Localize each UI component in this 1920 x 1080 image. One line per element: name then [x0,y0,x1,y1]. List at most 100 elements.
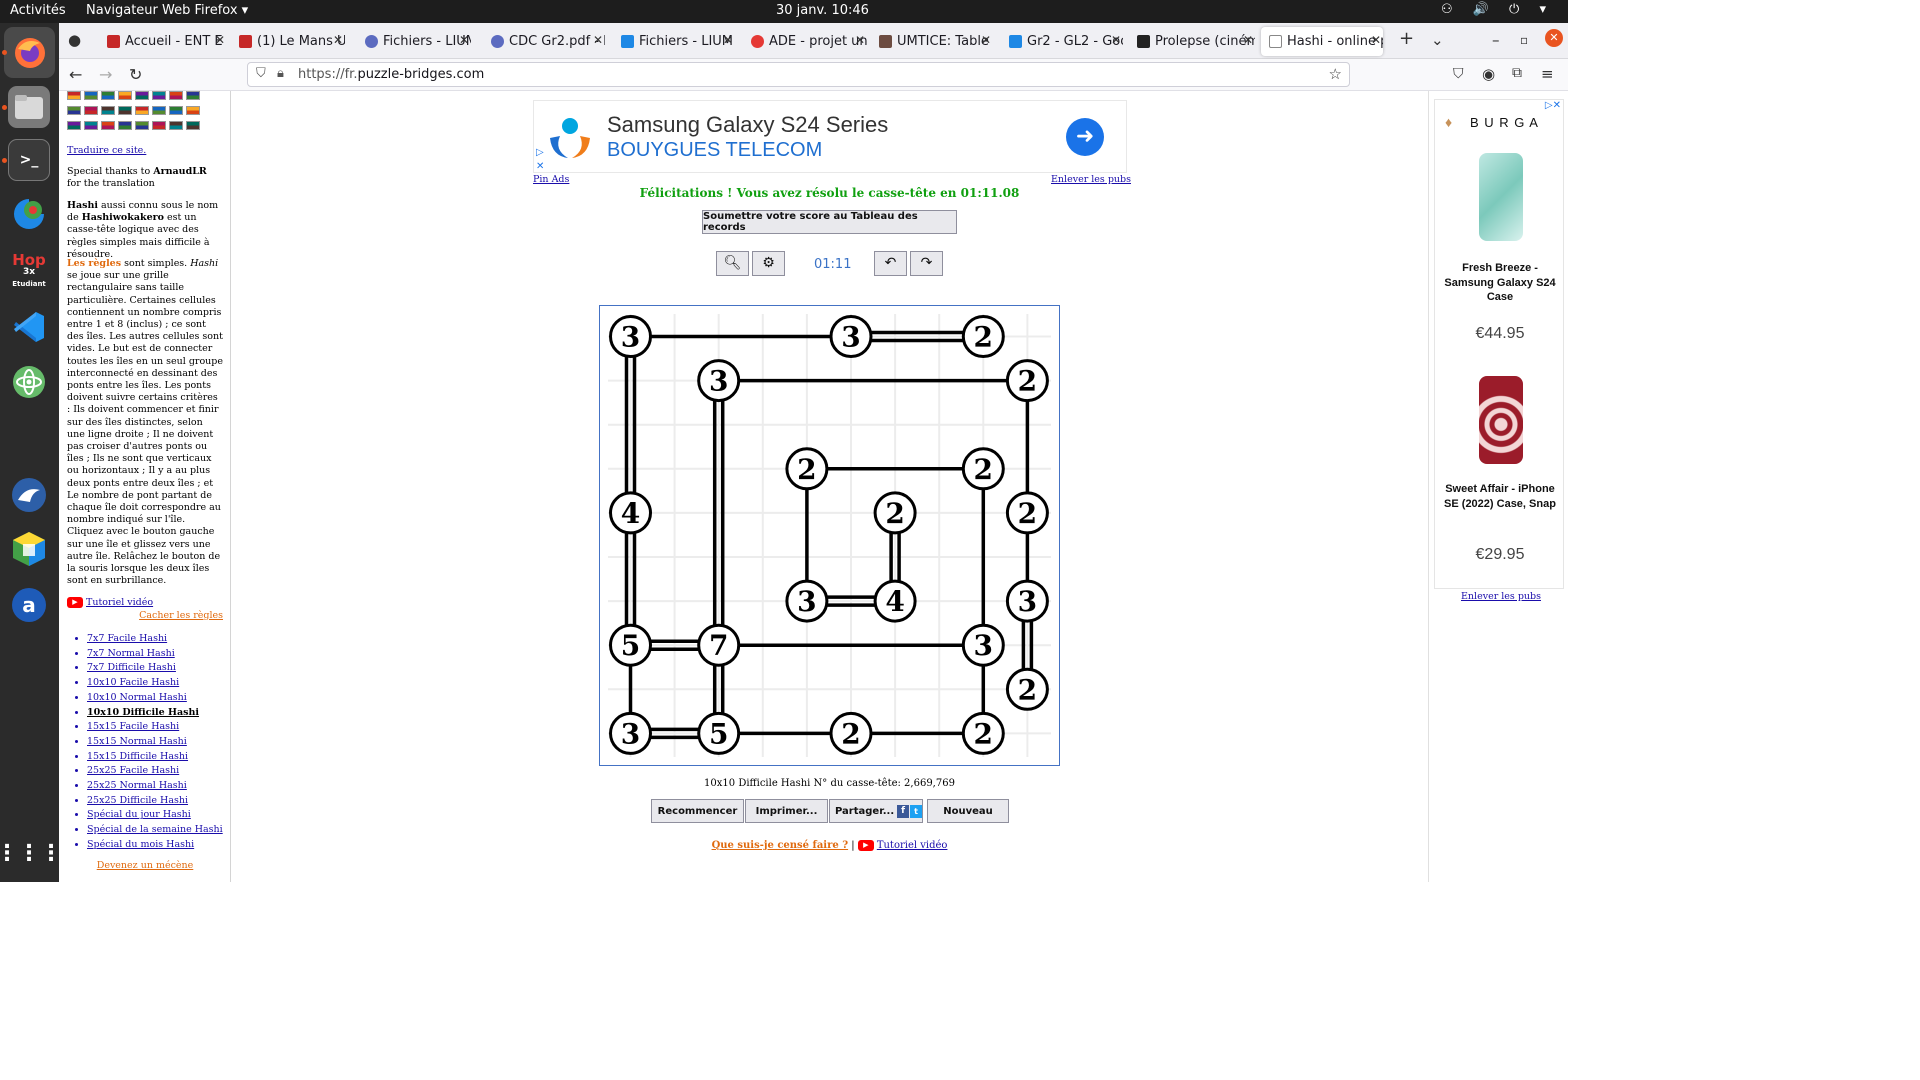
settings-button[interactable]: ⚙ [752,251,785,276]
close-tab-icon[interactable]: ✕ [1371,33,1381,47]
shield-icon[interactable]: ⛉ [256,66,266,81]
tab-le-mans[interactable]: (1) Le Mans Uni✕ [231,27,345,56]
language-flag-icon[interactable] [152,121,166,130]
reload-icon[interactable]: ↻ [129,65,142,84]
language-flag-icon[interactable] [169,121,183,130]
maximize-icon[interactable]: ▫ [1520,33,1528,47]
hide-rules-link[interactable]: Cacher les règles [139,610,223,621]
firefox-view-icon[interactable]: ● [68,31,81,49]
language-flag-icon[interactable] [118,121,132,130]
back-icon[interactable]: ← [69,65,82,84]
island[interactable]: 2 [961,711,1005,755]
level-link[interactable]: 10x10 Facile Hashi [87,677,179,688]
adchoices-icon[interactable]: ▷✕ [1545,100,1561,111]
firefox-icon[interactable] [4,27,55,78]
island[interactable]: 3 [785,579,829,623]
product-price-2[interactable]: €29.95 [1435,546,1565,564]
island[interactable]: 2 [1005,491,1049,535]
undo-button[interactable]: ↶ [874,251,907,276]
level-link[interactable]: 15x15 Facile Hashi [87,721,179,732]
ad-brand[interactable]: BOUYGUES TELECOM [607,139,822,162]
language-flag-icon[interactable] [84,106,98,115]
new-tab-icon[interactable]: + [1399,28,1414,49]
close-tab-icon[interactable]: ✕ [459,33,469,47]
language-flag-icon[interactable] [67,121,81,130]
right-ad[interactable]: ▷✕ ♦ B U R G A Fresh Breeze - Samsung Ga… [1434,99,1564,589]
level-link[interactable]: 7x7 Normal Hashi [87,648,175,659]
zoom-button[interactable]: 🔍︎ [716,251,749,276]
island[interactable]: 2 [873,491,917,535]
what-to-do-link[interactable]: Que suis-je censé faire ? [712,840,849,851]
island[interactable]: 3 [609,711,652,755]
island[interactable]: 3 [697,359,741,403]
tab-fichiers-1[interactable]: Fichiers - LIUM ✕ [357,27,471,56]
island[interactable]: 3 [961,623,1005,667]
files-icon[interactable] [8,86,50,128]
language-flag-icon[interactable] [135,106,149,115]
youtube-icon[interactable]: ▶ [67,597,83,608]
language-flag-icon[interactable] [186,121,200,130]
language-flag-icon[interactable] [186,106,200,115]
close-tab-icon[interactable]: ✕ [593,33,603,47]
tab-cdc-pdf[interactable]: CDC Gr2.pdf - L ✕ [483,27,605,56]
language-flag-icon[interactable] [67,91,81,100]
island[interactable]: 3 [1005,579,1049,623]
bookmark-star-icon[interactable]: ☆ [1329,65,1342,83]
level-link[interactable]: 15x15 Difficile Hashi [87,751,188,762]
menu-icon[interactable]: ≡ [1541,65,1554,83]
close-tab-icon[interactable]: ✕ [1243,33,1253,47]
island[interactable]: 2 [785,447,829,491]
list-tabs-icon[interactable]: ⌄ [1431,31,1444,49]
ubuntu-store-icon[interactable]: a [8,584,50,626]
close-tab-icon[interactable]: ✕ [333,33,343,47]
language-flag-icon[interactable] [169,91,183,100]
bird-icon[interactable] [8,474,50,516]
island[interactable]: 5 [697,711,741,755]
island[interactable]: 3 [829,315,873,358]
language-flag-icon[interactable] [118,106,132,115]
island[interactable]: 2 [829,711,873,755]
tab-fichiers-2[interactable]: Fichiers - LIUM ✕ [613,27,735,56]
remove-ads-link-right[interactable]: Enlever les pubs [1461,591,1541,602]
island[interactable]: 4 [873,579,917,623]
translate-link[interactable]: Traduire ce site. [67,145,146,156]
close-tab-icon[interactable]: ✕ [855,33,865,47]
app-menu[interactable]: Navigateur Web Firefox ▾ [86,3,248,18]
system-menu[interactable]: ⚇ 🔊 ⏻ ▾ [1441,2,1554,17]
restart-button[interactable]: Recommencer [651,799,744,823]
extensions-icon[interactable]: ⧉ [1512,65,1522,81]
phone-case-image-2[interactable] [1479,376,1523,464]
tab-umtice[interactable]: UMTICE: Table ✕ [871,27,993,56]
product-name-2[interactable]: Sweet Affair - iPhone SE (2022) Case, Sn… [1441,482,1559,511]
lock-icon[interactable]: 🔒︎ [277,66,284,81]
redo-button[interactable]: ↷ [910,251,943,276]
print-button[interactable]: Imprimer... [745,799,828,823]
language-flag-icon[interactable] [135,91,149,100]
terminal-icon[interactable]: >_ [8,139,50,181]
language-flag-icon[interactable] [101,106,115,115]
level-link[interactable]: 15x15 Normal Hashi [87,736,187,747]
level-link[interactable]: 10x10 Normal Hashi [87,692,187,703]
clock[interactable]: 30 janv. 10:46 [776,3,869,18]
forward-icon[interactable]: → [99,65,112,84]
tab-prolepse[interactable]: Prolepse (ciném ✕ [1129,27,1255,56]
tab-ade[interactable]: ADE - projet un ✕ [743,27,867,56]
language-flag-icon[interactable] [118,91,132,100]
pin-ads-link[interactable]: Pin Ads [533,174,569,185]
pocket-icon[interactable]: ⛉ [1453,66,1464,82]
product-price-1[interactable]: €44.95 [1435,325,1565,343]
level-link[interactable]: 7x7 Difficile Hashi [87,662,176,673]
share-button[interactable]: Partager... f t [829,799,923,823]
app-grid-icon[interactable]: ⋮⋮⋮ [0,832,62,874]
vscode-icon[interactable] [8,306,50,348]
level-link[interactable]: 25x25 Difficile Hashi [87,795,188,806]
top-ad-banner[interactable]: Samsung Galaxy S24 Series BOUYGUES TELEC… [533,100,1127,173]
facebook-icon[interactable]: f [897,804,910,818]
minimize-icon[interactable]: – [1492,31,1500,49]
atom-icon[interactable] [8,361,50,403]
hashi-board[interactable]: 332322242234357323522 [599,305,1060,766]
island[interactable]: 2 [1005,667,1049,711]
submit-score-button[interactable]: Soumettre votre score au Tableau des rec… [702,210,957,234]
level-link[interactable]: Spécial du jour Hashi [87,809,191,820]
account-icon[interactable]: ◉ [1482,65,1495,83]
